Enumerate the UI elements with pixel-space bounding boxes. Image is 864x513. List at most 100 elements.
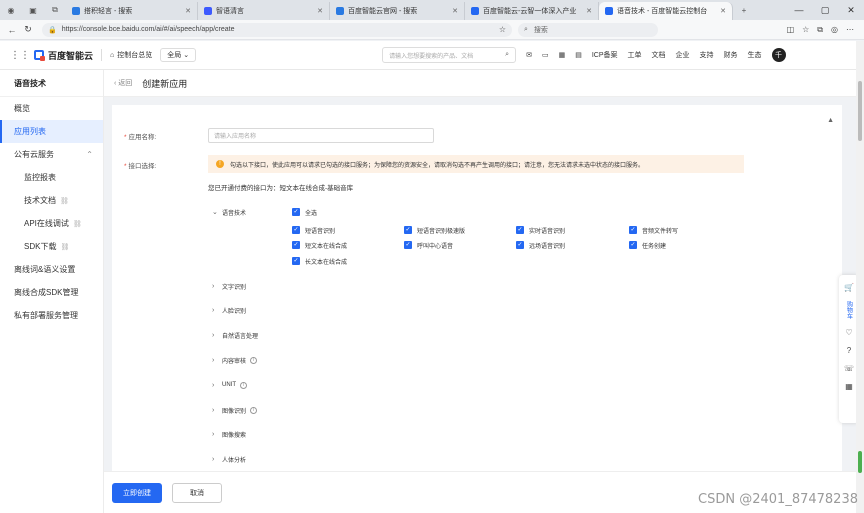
- region-select[interactable]: 全局 ⌄: [160, 48, 197, 62]
- api-checkbox[interactable]: ✓ 实时语音识别: [516, 225, 565, 235]
- sidebar-item-private-deploy[interactable]: 私有部署服务管理: [0, 304, 103, 327]
- category-row[interactable]: › 人脸识别: [212, 304, 246, 316]
- cancel-button[interactable]: 取消: [172, 482, 222, 503]
- info-icon[interactable]: i: [240, 381, 247, 389]
- support-link[interactable]: 支持: [700, 50, 714, 60]
- close-icon[interactable]: ✕: [179, 7, 191, 15]
- close-window-icon[interactable]: ✕: [838, 5, 864, 16]
- sidebar-item-public-cloud[interactable]: 公有云服务 ⌃: [0, 143, 103, 166]
- heart-icon[interactable]: ♡: [845, 328, 852, 337]
- sidebar-item-sdk-download[interactable]: SDK下载 ⛓: [0, 235, 103, 258]
- brand-logo[interactable]: 百度智能云: [34, 49, 93, 62]
- api-checkbox[interactable]: ✓ 短文本在线合成: [292, 240, 347, 250]
- browser-tab[interactable]: 智语清言 ✕: [198, 2, 330, 20]
- icp-link[interactable]: ICP备案: [592, 50, 618, 60]
- browser-search-box[interactable]: ⌕ 搜索: [518, 22, 658, 37]
- select-all-checkbox[interactable]: ✓ 全选: [292, 207, 317, 217]
- favorites-icon[interactable]: ☆: [802, 25, 809, 35]
- minimize-icon[interactable]: —: [786, 5, 812, 16]
- chat-icon[interactable]: ▭: [542, 51, 549, 59]
- product-menu-icon[interactable]: ⋮⋮⋮: [10, 50, 40, 61]
- profile-icon[interactable]: ◉: [0, 0, 22, 20]
- copilot-icon[interactable]: ◎: [831, 25, 838, 35]
- url-input[interactable]: 🔒 https://console.bce.baidu.com/ai/#/ai/…: [42, 22, 512, 37]
- sidebar-item-monitor[interactable]: 监控报表: [0, 166, 103, 189]
- api-checkbox[interactable]: ✓ 任务创建: [629, 240, 666, 250]
- scrollbar-thumb[interactable]: [858, 81, 862, 141]
- finance-link[interactable]: 财务: [724, 50, 738, 60]
- api-checkbox[interactable]: ✓ 音频文件转写: [629, 225, 678, 235]
- enterprise-link[interactable]: 企业: [676, 50, 690, 60]
- doc-icon[interactable]: ▤: [575, 51, 582, 59]
- tab-actions-icon[interactable]: ⧉: [44, 0, 66, 20]
- sidebar-item-label: 监控报表: [24, 173, 56, 182]
- category-row[interactable]: › 图像识别 i: [212, 404, 258, 416]
- back-link[interactable]: ‹ 返回: [114, 78, 132, 88]
- page-title: 创建新应用: [142, 78, 188, 89]
- sidebar-item-overview[interactable]: 概览: [0, 97, 103, 120]
- tab-favicon-icon: [605, 7, 613, 15]
- close-icon[interactable]: ✕: [446, 7, 458, 15]
- collections-icon[interactable]: ⧉: [817, 25, 823, 35]
- info-icon[interactable]: i: [250, 406, 258, 414]
- maximize-icon[interactable]: ▢: [812, 5, 838, 16]
- category-row[interactable]: › 自然语言处理: [212, 329, 258, 341]
- message-icon[interactable]: ✉: [526, 51, 532, 59]
- sidebar-item-offline-tts-sdk[interactable]: 离线合成SDK管理: [0, 281, 103, 304]
- category-row[interactable]: › 文字识别: [212, 280, 246, 292]
- info-icon[interactable]: i: [250, 356, 258, 364]
- sidebar-item-tech-docs[interactable]: 技术文档 ⛓: [0, 189, 103, 212]
- workspaces-icon[interactable]: ▣: [22, 0, 44, 20]
- app-name-input[interactable]: 请输入应用名称: [208, 128, 434, 143]
- api-checkbox[interactable]: ✓ 短语音识别: [292, 225, 335, 235]
- category-speech[interactable]: ⌄ 语音技术: [212, 206, 246, 218]
- close-icon[interactable]: ✕: [580, 7, 592, 15]
- category-row[interactable]: › 内容审核 i: [212, 354, 258, 366]
- qrcode-icon[interactable]: ▦: [845, 382, 853, 391]
- chevron-right-icon: ›: [212, 356, 215, 364]
- page-scrollbar[interactable]: [856, 41, 864, 513]
- new-tab-icon[interactable]: +: [733, 0, 755, 20]
- api-checkbox[interactable]: ✓ 呼叫中心语音: [404, 240, 453, 250]
- avatar[interactable]: 千: [771, 48, 786, 62]
- docs-link[interactable]: 文档: [652, 50, 666, 60]
- cart-label[interactable]: 购物车: [845, 301, 854, 319]
- ecosystem-link[interactable]: 生态: [748, 50, 762, 60]
- browser-tab-active[interactable]: 语音技术 - 百度智能云控制台 ✕: [599, 2, 733, 20]
- sidebar-item-api-debug[interactable]: API在线调试 ⛓: [0, 212, 103, 235]
- category-row[interactable]: › 人体分析: [212, 453, 246, 465]
- ticket-link[interactable]: 工单: [628, 50, 642, 60]
- refresh-icon[interactable]: ↻: [20, 24, 36, 35]
- api-checkbox[interactable]: ✓ 长文本在线合成: [292, 256, 347, 266]
- category-row[interactable]: › UNIT i: [212, 379, 247, 391]
- split-screen-icon[interactable]: ◫: [787, 25, 795, 35]
- category-row[interactable]: › 图像搜索: [212, 428, 246, 440]
- console-overview-link[interactable]: ⌂ 控制台总览: [110, 50, 152, 60]
- browser-tab[interactable]: 搭积轻言 - 搜索 ✕: [66, 2, 198, 20]
- category-label: 文字识别: [222, 284, 247, 291]
- favorite-star-icon[interactable]: ☆: [499, 25, 506, 34]
- api-checkbox[interactable]: ✓ 短语音识别极速版: [404, 225, 465, 235]
- checkbox-label: 短语音识别: [305, 228, 336, 235]
- close-icon[interactable]: ✕: [311, 7, 323, 15]
- search-icon[interactable]: ⌕: [505, 51, 509, 59]
- cart-icon[interactable]: 🛒: [844, 283, 854, 292]
- close-icon[interactable]: ✕: [714, 7, 726, 15]
- check-icon: ✓: [292, 257, 300, 265]
- console-search-input[interactable]: 请输入您想要搜索的产品、文档 ⌕: [382, 47, 517, 63]
- more-icon[interactable]: ⋯: [846, 25, 854, 35]
- tab-label: 搭积轻言 - 搜索: [84, 8, 133, 15]
- sidebar-item-app-list[interactable]: 应用列表: [0, 120, 103, 143]
- phone-icon[interactable]: ☏: [844, 364, 854, 373]
- browser-tab[interactable]: 百度智能云官网 - 搜索 ✕: [330, 2, 465, 20]
- collapse-up-icon[interactable]: ▲: [827, 117, 834, 124]
- chevron-down-icon: ⌄: [212, 209, 218, 216]
- browser-tab[interactable]: 百度智能云-云智一体深入产业 ✕: [465, 2, 599, 20]
- home-icon: ⌂: [110, 51, 115, 59]
- help-icon[interactable]: ?: [847, 346, 851, 355]
- back-icon[interactable]: ←: [4, 25, 20, 35]
- create-button[interactable]: 立即创建: [112, 482, 162, 503]
- sidebar-item-offline-words[interactable]: 离线词&语义设置: [0, 258, 103, 281]
- api-checkbox[interactable]: ✓ 远场语音识别: [516, 240, 565, 250]
- calendar-icon[interactable]: ▦: [559, 51, 566, 59]
